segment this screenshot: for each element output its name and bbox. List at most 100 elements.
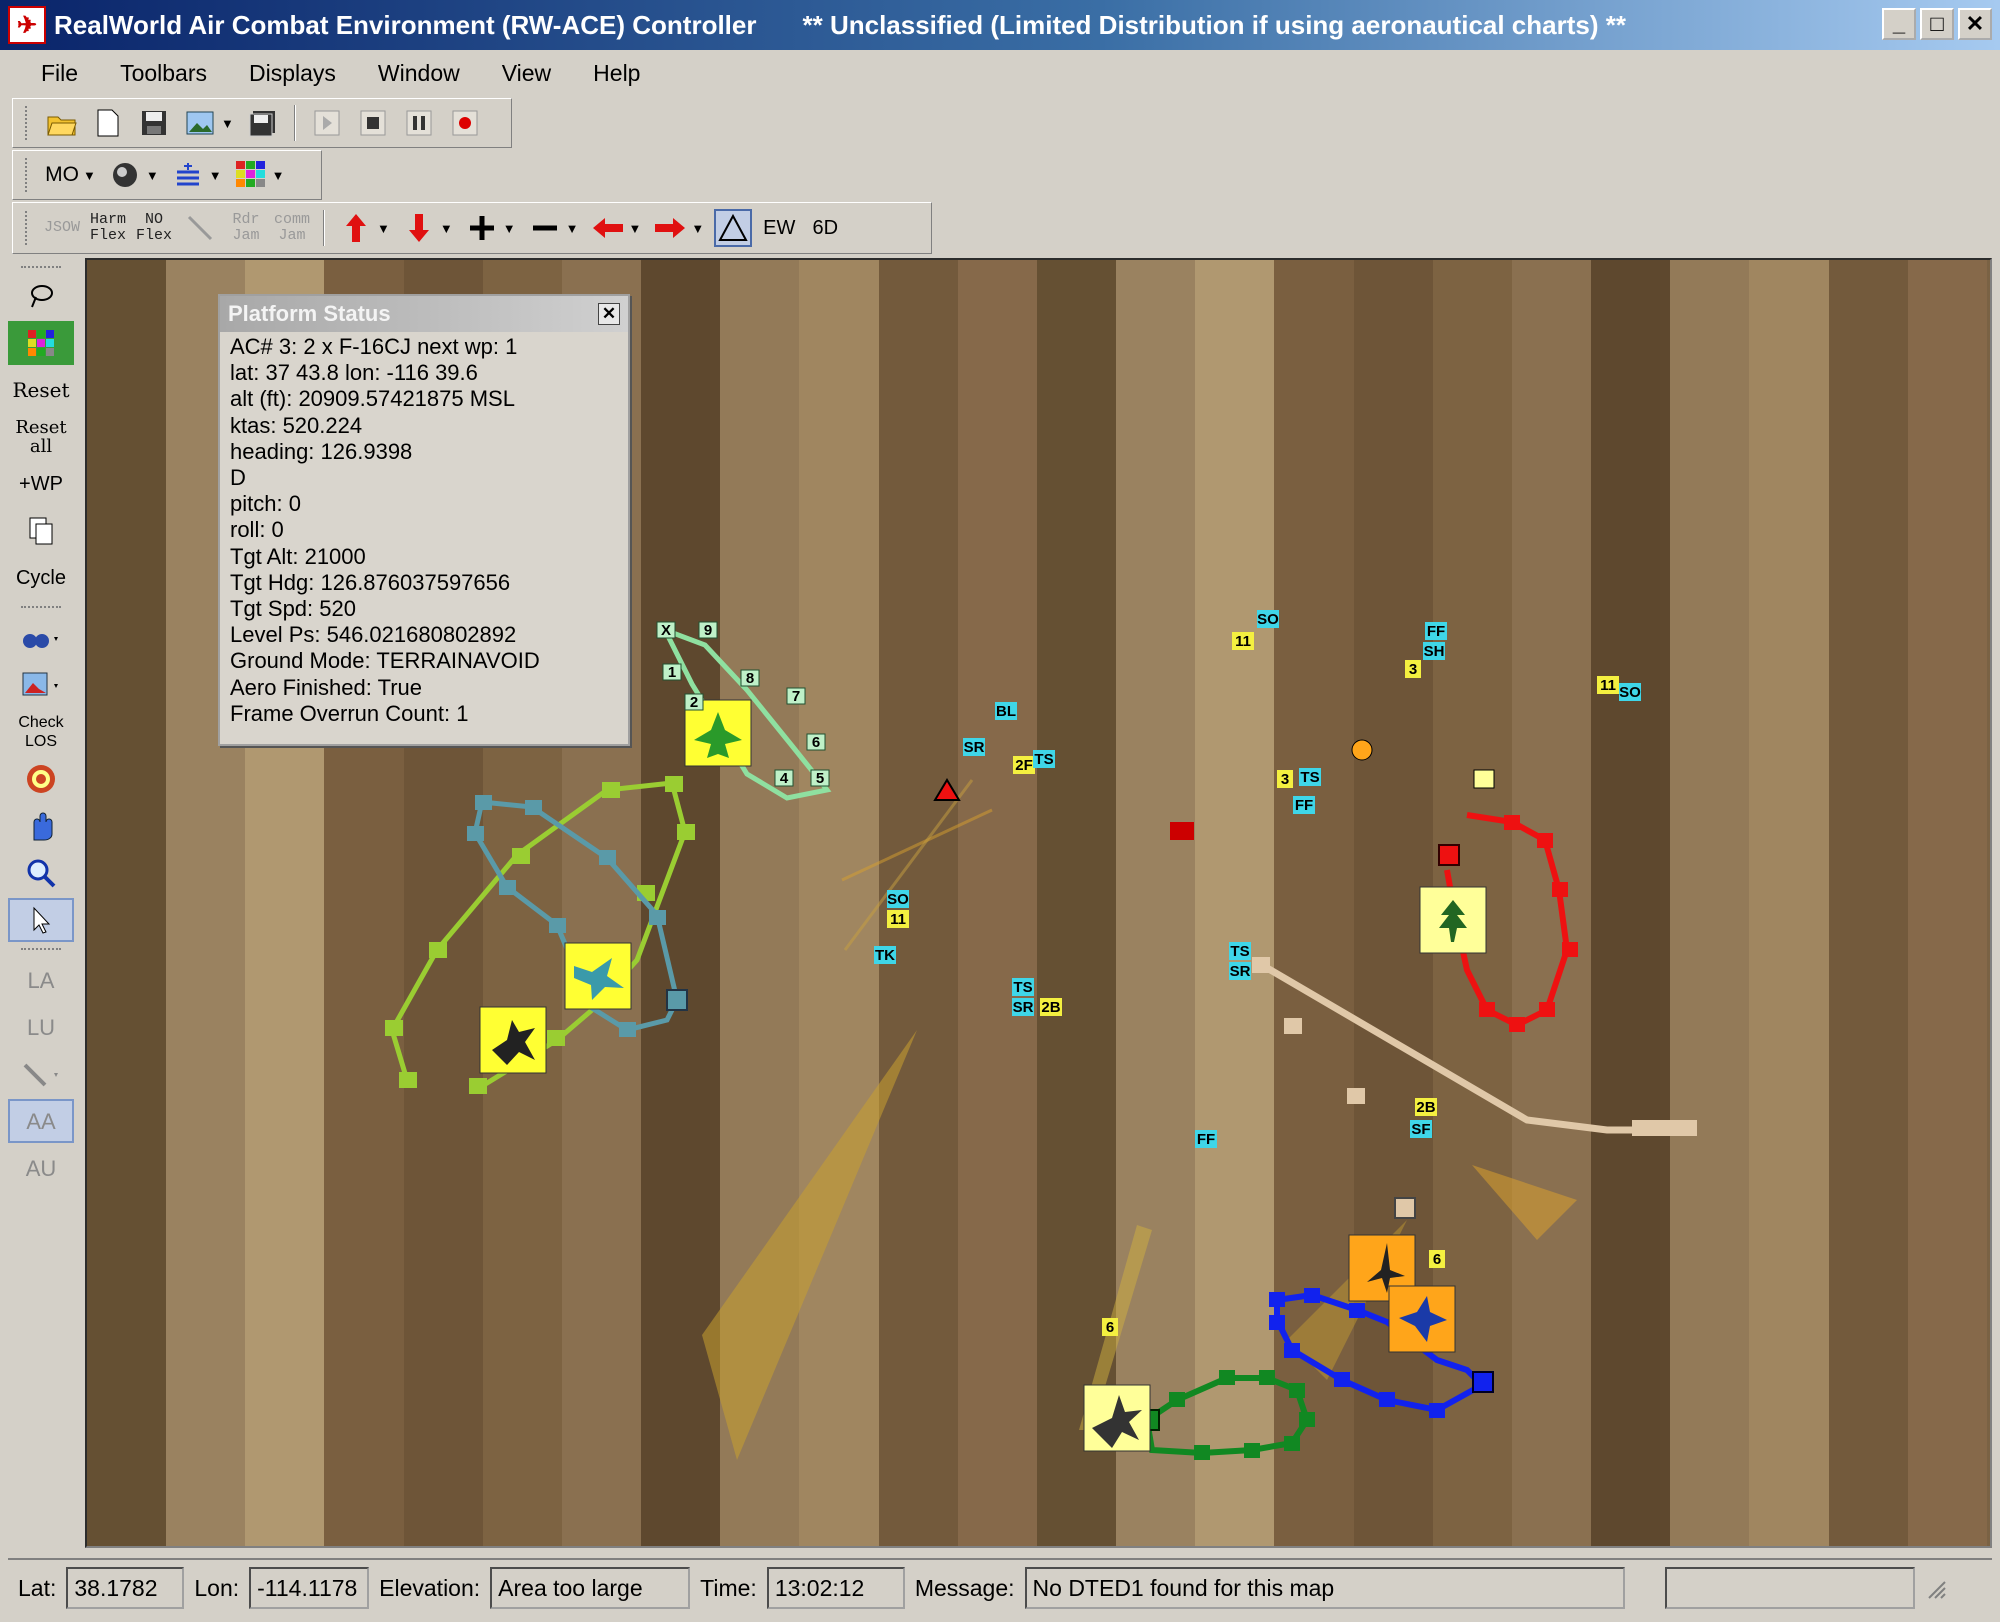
- map-unit-label[interactable]: 2B: [1040, 998, 1062, 1016]
- pencil-icon[interactable]: [181, 209, 219, 247]
- map-unit-label[interactable]: SF: [1410, 1120, 1432, 1138]
- waypoint-label[interactable]: 9: [698, 621, 718, 639]
- map-unit-label[interactable]: BL: [995, 702, 1017, 720]
- stop-icon[interactable]: [354, 104, 392, 142]
- map-unit-label[interactable]: SH: [1423, 642, 1445, 660]
- lu-button[interactable]: LU: [8, 1005, 74, 1049]
- waypoint-label[interactable]: 4: [774, 769, 794, 787]
- pause-icon[interactable]: [400, 104, 438, 142]
- 6d-button[interactable]: 6D: [806, 209, 844, 247]
- sam-site-icon[interactable]: [1170, 822, 1194, 840]
- arrow-up-icon[interactable]: [337, 209, 375, 247]
- lasso-icon[interactable]: [8, 274, 74, 318]
- map-unit-label[interactable]: 3: [1405, 660, 1421, 678]
- arrow-up-dropdown-arrow[interactable]: ▼: [377, 221, 390, 236]
- comm-jam-button[interactable]: comm Jam: [273, 209, 311, 247]
- aircraft-icon-fighter-blue[interactable]: [1388, 1285, 1456, 1353]
- map-unit-label[interactable]: SR: [1012, 998, 1034, 1016]
- map-unit-label[interactable]: SO: [1257, 610, 1279, 628]
- save-all-icon[interactable]: [244, 104, 282, 142]
- menu-file[interactable]: File: [20, 60, 99, 87]
- plus-dropdown-arrow[interactable]: ▼: [503, 221, 516, 236]
- toolbar-grip[interactable]: [25, 106, 29, 140]
- menu-displays[interactable]: Displays: [228, 60, 357, 87]
- map-unit-label[interactable]: SR: [1229, 962, 1251, 980]
- map-unit-label[interactable]: FF: [1293, 796, 1315, 814]
- toolbar-grip[interactable]: [25, 211, 29, 245]
- plus-icon[interactable]: [463, 209, 501, 247]
- aircraft-icon-bomber[interactable]: [479, 1006, 547, 1074]
- arrow-down-dropdown-arrow[interactable]: ▼: [440, 221, 453, 236]
- no-flex-button[interactable]: NO Flex: [135, 209, 173, 247]
- map-mode-dropdown-arrow[interactable]: ▼: [83, 168, 96, 183]
- select-pointer-icon[interactable]: [8, 898, 74, 942]
- arrow-down-icon[interactable]: [400, 209, 438, 247]
- reset-all-button[interactable]: Reset all: [8, 415, 74, 459]
- minimize-button[interactable]: _: [1882, 8, 1916, 40]
- globe-dropdown-arrow[interactable]: ▼: [146, 168, 159, 183]
- map-unit-label[interactable]: SR: [963, 738, 985, 756]
- maximize-button[interactable]: □: [1920, 8, 1954, 40]
- map-unit-label[interactable]: 6: [1102, 1318, 1118, 1336]
- map-unit-label[interactable]: TS: [1033, 750, 1055, 768]
- map-unit-label[interactable]: 11: [1597, 676, 1619, 694]
- au-button[interactable]: AU: [8, 1146, 74, 1190]
- image-dropdown-arrow[interactable]: ▼: [221, 116, 234, 131]
- waypoint-label[interactable]: 5: [810, 769, 830, 787]
- tree-objective-icon[interactable]: [1419, 886, 1487, 954]
- map-unit-label[interactable]: 6: [1429, 1250, 1445, 1268]
- map-unit-label[interactable]: 11: [887, 910, 909, 928]
- map-unit-label[interactable]: TS: [1229, 942, 1251, 960]
- picture-icon[interactable]: [8, 663, 74, 707]
- waypoint-label[interactable]: X: [656, 621, 676, 639]
- arrow-left-dropdown-arrow[interactable]: ▼: [629, 221, 642, 236]
- ground-unit-icon[interactable]: [1351, 739, 1373, 761]
- layers-dropdown-arrow[interactable]: ▼: [209, 168, 222, 183]
- menu-toolbars[interactable]: Toolbars: [99, 60, 228, 87]
- image-icon[interactable]: [181, 104, 219, 142]
- aircraft-icon-attack[interactable]: [1083, 1384, 1151, 1452]
- menu-view[interactable]: View: [481, 60, 572, 87]
- la-button[interactable]: LA: [8, 958, 74, 1002]
- copy-icon[interactable]: [8, 509, 74, 553]
- threat-triangle-icon[interactable]: [933, 778, 961, 801]
- map-unit-label[interactable]: 2B: [1415, 1098, 1437, 1116]
- map-unit-label[interactable]: 3: [1277, 770, 1293, 788]
- target-icon[interactable]: [8, 757, 74, 801]
- map-unit-label[interactable]: FF: [1195, 1130, 1217, 1148]
- map-unit-label[interactable]: SO: [887, 890, 909, 908]
- radar-jam-button[interactable]: Rdr Jam: [227, 209, 265, 247]
- map-unit-label[interactable]: 11: [1232, 632, 1254, 650]
- map-mode-button[interactable]: MO: [43, 156, 81, 194]
- map-unit-label[interactable]: TS: [1012, 978, 1034, 996]
- aa-button[interactable]: AA: [8, 1099, 74, 1143]
- color-grid-icon[interactable]: [232, 156, 270, 194]
- map-unit-label[interactable]: SO: [1619, 683, 1641, 701]
- save-icon[interactable]: [135, 104, 173, 142]
- arrow-right-dropdown-arrow[interactable]: ▼: [691, 221, 704, 236]
- arrow-left-icon[interactable]: [589, 209, 627, 247]
- jsow-button[interactable]: JSOW: [43, 209, 81, 247]
- triangle-icon[interactable]: [714, 209, 753, 247]
- map-unit-label[interactable]: TK: [874, 946, 896, 964]
- waypoint-label[interactable]: 7: [786, 687, 806, 705]
- harm-flex-button[interactable]: Harm Flex: [89, 209, 127, 247]
- missile-icon[interactable]: [8, 1052, 74, 1096]
- binoculars-icon[interactable]: [8, 616, 74, 660]
- map-view[interactable]: X98127645 SO 11 FF SH 3 11 SO BL SR 2F TS 3 TS FF SO 11…: [85, 258, 1992, 1548]
- hand-pan-icon[interactable]: [8, 804, 74, 848]
- platform-status-panel[interactable]: Platform Status ✕ AC# 3: 2 x F-16CJ next…: [218, 294, 630, 746]
- toolbar-grip[interactable]: [25, 158, 29, 192]
- grid-display-icon[interactable]: [8, 321, 74, 365]
- panel-close-button[interactable]: ✕: [598, 303, 620, 325]
- waypoint-label[interactable]: 6: [806, 733, 826, 751]
- map-unit-label[interactable]: FF: [1425, 622, 1447, 640]
- add-waypoint-button[interactable]: +WP: [8, 462, 74, 506]
- waypoint-label[interactable]: 8: [740, 669, 760, 687]
- color-dropdown-arrow[interactable]: ▼: [272, 168, 285, 183]
- panel-header[interactable]: Platform Status ✕: [220, 296, 628, 332]
- globe-icon[interactable]: [106, 156, 144, 194]
- map-unit-label[interactable]: 2F: [1013, 756, 1035, 774]
- arrow-right-icon[interactable]: [651, 209, 689, 247]
- menu-help[interactable]: Help: [572, 60, 661, 87]
